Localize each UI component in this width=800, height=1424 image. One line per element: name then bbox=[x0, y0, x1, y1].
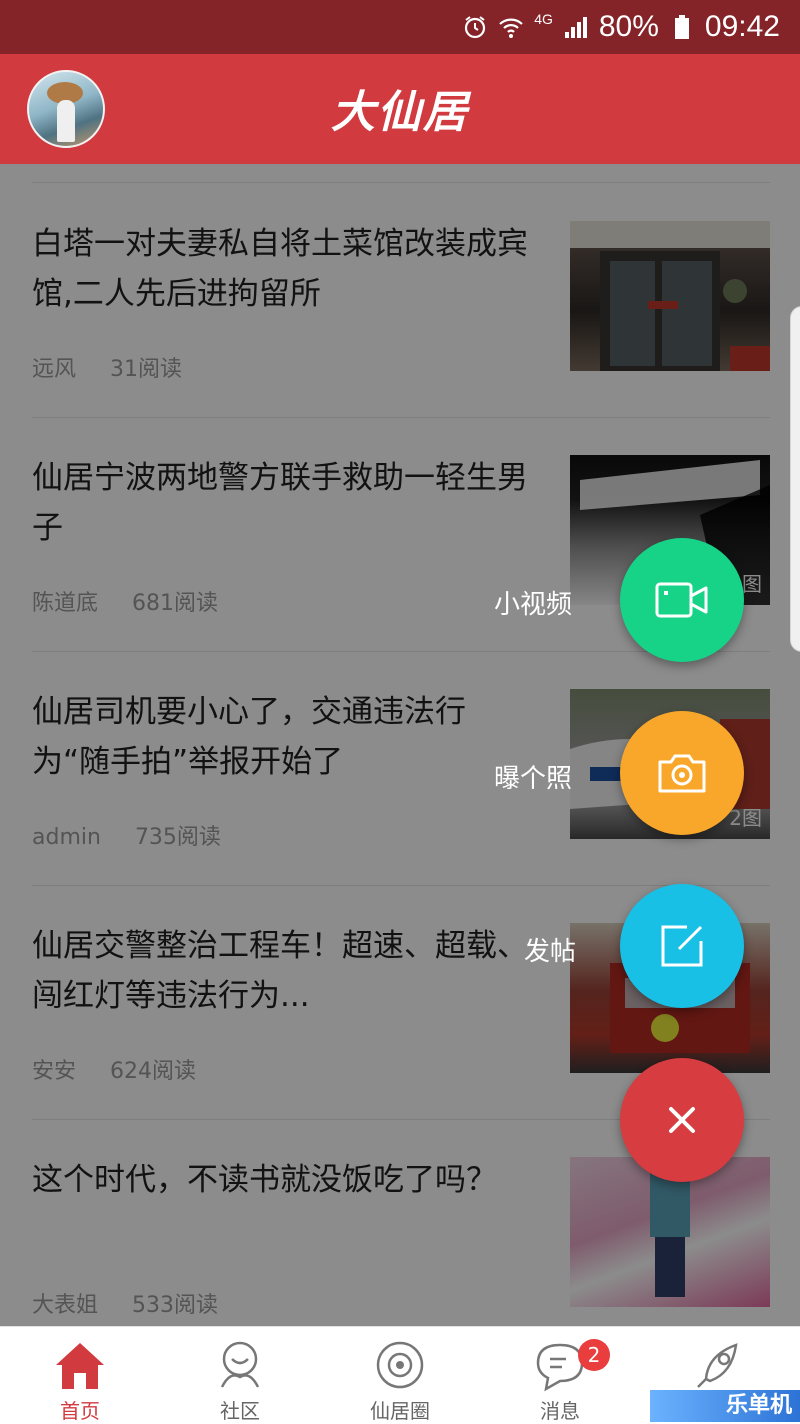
nav-item-community[interactable]: 社区 bbox=[160, 1327, 320, 1423]
record-video-button[interactable] bbox=[620, 538, 744, 662]
close-fab-menu-button[interactable] bbox=[620, 1058, 744, 1182]
alarm-icon bbox=[462, 14, 488, 40]
watermark: 乐单机 bbox=[650, 1390, 800, 1422]
clock: 09:42 bbox=[704, 10, 780, 43]
app-logo: 大仙居 bbox=[331, 87, 469, 138]
nav-label: 社区 bbox=[220, 1399, 260, 1423]
close-icon bbox=[669, 1107, 695, 1133]
nav-item-circle[interactable]: 仙居圈 bbox=[320, 1327, 480, 1423]
unread-badge: 2 bbox=[578, 1339, 610, 1371]
camera-icon bbox=[658, 754, 706, 793]
rocket-icon bbox=[697, 1343, 738, 1388]
signal-icon bbox=[563, 14, 589, 40]
fab-video-label: 小视频 bbox=[494, 590, 573, 620]
battery-percent: 80% bbox=[598, 10, 659, 43]
nav-item-messages[interactable]: 2 消息 bbox=[480, 1327, 640, 1423]
app-header: 大仙居 bbox=[0, 54, 800, 164]
fab-post-label: 发帖 bbox=[524, 937, 577, 967]
take-photo-button[interactable] bbox=[620, 711, 744, 835]
edit-icon bbox=[661, 925, 703, 967]
nav-label: 消息 bbox=[540, 1399, 580, 1423]
avatar[interactable] bbox=[27, 70, 105, 148]
network-type: 4G bbox=[534, 11, 553, 27]
wifi-icon bbox=[498, 14, 524, 40]
status-bar: 4G 80% 09:42 bbox=[0, 0, 800, 54]
new-post-button[interactable] bbox=[620, 884, 744, 1008]
home-icon bbox=[56, 1343, 104, 1389]
nav-item-home[interactable]: 首页 bbox=[0, 1327, 160, 1423]
edge-panel-handle[interactable] bbox=[790, 306, 800, 652]
nav-label: 仙居圈 bbox=[370, 1399, 430, 1423]
video-camera-icon bbox=[655, 582, 708, 618]
nav-label: 首页 bbox=[60, 1399, 100, 1423]
fab-photo-label: 曝个照 bbox=[494, 764, 573, 794]
avatar-figure bbox=[57, 100, 75, 142]
battery-icon bbox=[669, 14, 695, 40]
community-icon bbox=[220, 1341, 260, 1388]
circle-icon bbox=[376, 1341, 424, 1389]
